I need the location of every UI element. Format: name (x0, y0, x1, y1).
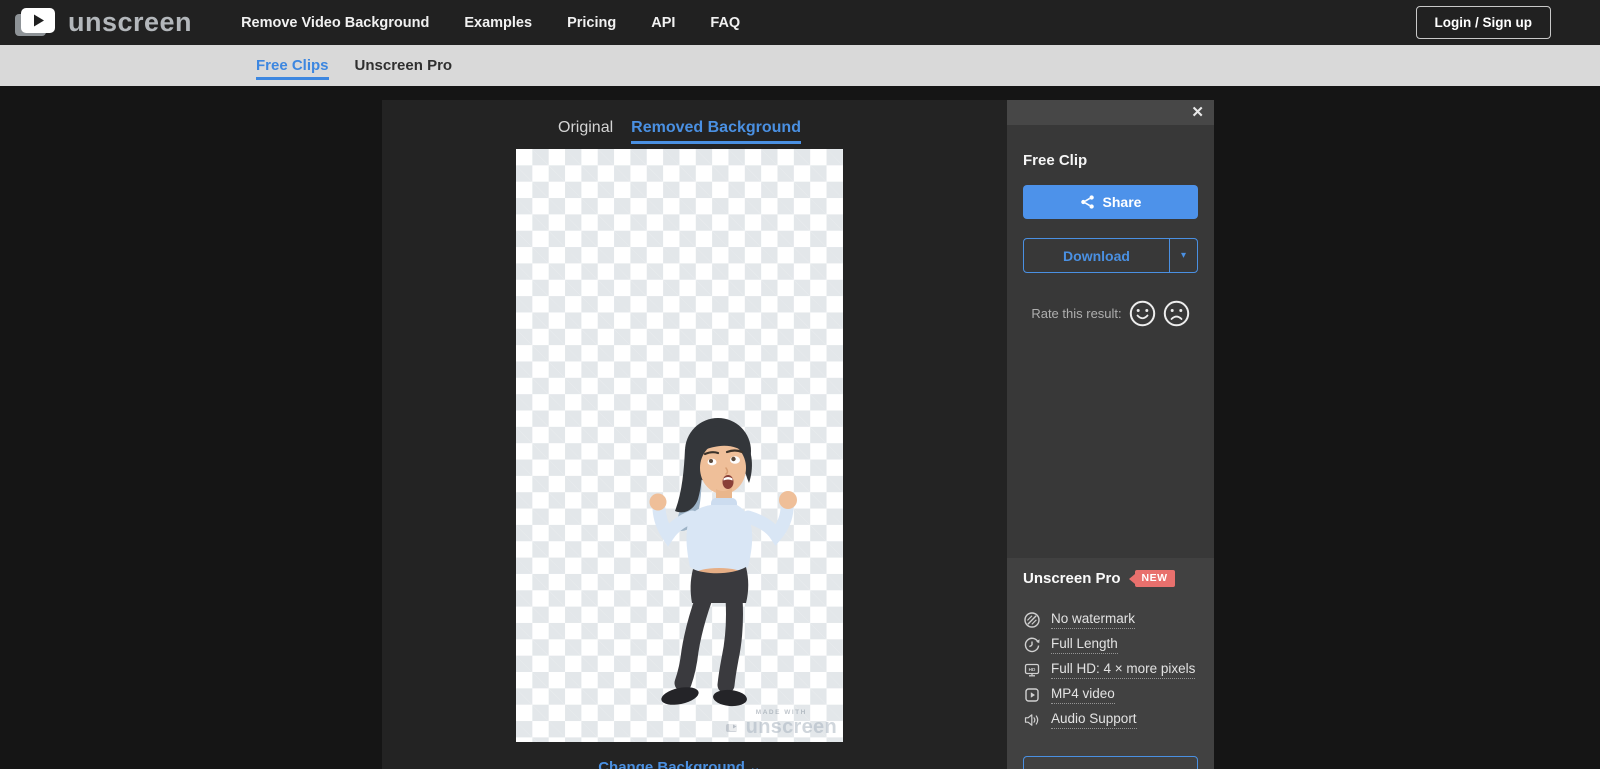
download-split-button: Download ▾ (1023, 238, 1198, 273)
subnav-bar: Free Clips Unscreen Pro (0, 36, 1600, 86)
no-watermark-icon (1024, 612, 1040, 628)
speaker-icon (1024, 714, 1039, 726)
viewer-tabs: Original Removed Background (516, 100, 843, 149)
clip-stage: Original Removed Background MADE WITH un… (516, 100, 843, 769)
close-icon[interactable]: ✕ (1191, 105, 1204, 120)
nav-item-examples[interactable]: Examples (464, 15, 532, 31)
feature-no-watermark[interactable]: No watermark (1023, 609, 1198, 631)
main-nav: Remove Video Background Examples Pricing… (241, 15, 740, 31)
unscreen-logo-icon (15, 8, 55, 36)
login-signup-button[interactable]: Login / Sign up (1415, 6, 1551, 39)
rate-positive-button[interactable] (1129, 300, 1156, 327)
rate-label: Rate this result: (1031, 306, 1122, 321)
sad-face-icon (1163, 300, 1189, 327)
rate-result-row: Rate this result: (1023, 300, 1198, 327)
tab-free-clips[interactable]: Free Clips (256, 57, 329, 80)
sidebar-header: ✕ (1007, 100, 1214, 125)
new-badge: NEW (1134, 570, 1175, 587)
download-options-caret-icon[interactable]: ▾ (1169, 239, 1197, 272)
happy-face-icon (1129, 300, 1155, 327)
watermark-logo-icon (725, 721, 741, 732)
feature-full-hd[interactable]: HD Full HD: 4 × more pixels (1023, 659, 1198, 681)
clock-icon (1024, 637, 1040, 653)
clip-panel: Original Removed Background MADE WITH un… (382, 100, 1007, 769)
video-preview[interactable]: MADE WITH unscreen (516, 149, 843, 742)
dancing-character-illustration (649, 418, 797, 707)
brand-name: unscreen (68, 7, 193, 37)
tab-unscreen-pro[interactable]: Unscreen Pro (355, 57, 453, 74)
rate-negative-button[interactable] (1163, 300, 1190, 327)
chevron-down-icon: ⌄ (749, 759, 761, 769)
share-icon (1080, 195, 1094, 209)
feature-full-length[interactable]: Full Length (1023, 634, 1198, 656)
hd-monitor-icon: HD (1024, 663, 1040, 677)
unscreen-pro-section: Unscreen Pro NEW No watermark Full Lengt… (1007, 558, 1214, 769)
svg-text:HD: HD (1029, 667, 1036, 672)
process-with-pro-button[interactable]: Process with Pro (1023, 756, 1198, 769)
clip-type-title: Free Clip (1023, 152, 1088, 169)
tab-original[interactable]: Original (558, 119, 613, 144)
watermark-small-text: MADE WITH (755, 709, 807, 716)
unscreen-logo[interactable]: unscreen (14, 7, 192, 38)
nav-item-remove-video-background[interactable]: Remove Video Background (241, 15, 429, 31)
top-navbar: unscreen Remove Video Background Example… (0, 0, 1600, 45)
nav-item-api[interactable]: API (651, 15, 675, 31)
change-background-link[interactable]: Change Background ⌄ (516, 759, 843, 769)
feature-mp4-video[interactable]: MP4 video (1023, 684, 1198, 706)
unscreen-watermark: MADE WITH unscreen (725, 709, 837, 739)
share-button[interactable]: Share (1023, 185, 1198, 219)
download-button[interactable]: Download (1024, 239, 1169, 272)
play-square-icon (1025, 688, 1039, 702)
pro-section-title: Unscreen Pro (1023, 570, 1121, 587)
feature-audio-support[interactable]: Audio Support (1023, 709, 1198, 731)
tab-removed-background[interactable]: Removed Background (631, 119, 801, 144)
nav-item-pricing[interactable]: Pricing (567, 15, 616, 31)
result-sidebar: ✕ Free Clip Share Download ▾ Rate this r… (1007, 100, 1214, 769)
watermark-brand-text: unscreen (745, 716, 837, 738)
nav-item-faq[interactable]: FAQ (710, 15, 740, 31)
pro-feature-list: No watermark Full Length HD Full HD: 4 ×… (1023, 609, 1198, 731)
